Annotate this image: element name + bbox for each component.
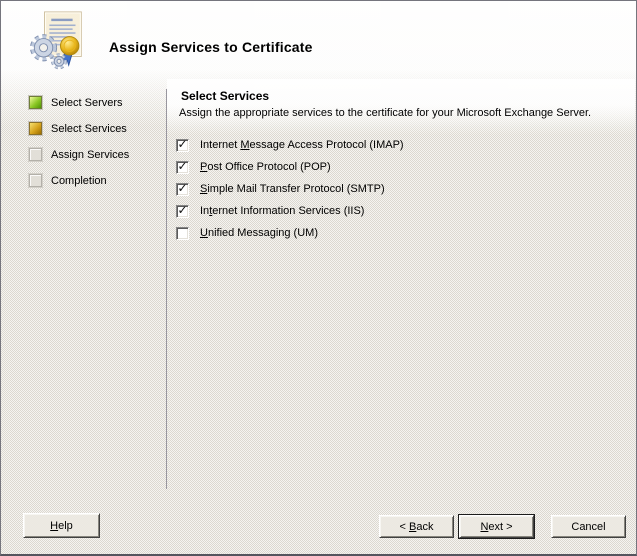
sidebar-step-select-services: Select Services (29, 122, 167, 135)
certificate-services-icon (29, 9, 91, 71)
iis-checkbox[interactable]: ✓ (176, 205, 189, 218)
imap-checkbox[interactable]: ✓ (176, 139, 189, 152)
back-button[interactable]: < Back (379, 515, 454, 538)
smtp-label[interactable]: Simple Mail Transfer Protocol (SMTP) (200, 183, 385, 195)
wizard-steps-sidebar: Select Servers Select Services Assign Se… (1, 79, 167, 498)
service-row-pop: ✓ Post Office Protocol (POP) (176, 160, 621, 174)
checkmark-icon: ✓ (177, 140, 187, 149)
step-label: Completion (51, 175, 107, 187)
step-status-square-icon (29, 174, 42, 187)
sidebar-step-select-servers: Select Servers (29, 96, 167, 109)
wizard-header: Assign Services to Certificate (1, 1, 636, 79)
service-row-um: Unified Messaging (UM) (176, 226, 621, 240)
um-checkbox[interactable] (176, 227, 189, 240)
service-row-smtp: ✓ Simple Mail Transfer Protocol (SMTP) (176, 182, 621, 196)
um-label[interactable]: Unified Messaging (UM) (200, 227, 318, 239)
service-row-imap: ✓ Internet Message Access Protocol (IMAP… (176, 138, 621, 152)
step-status-square-icon (29, 122, 42, 135)
service-row-iis: ✓ Internet Information Services (IIS) (176, 204, 621, 218)
step-label: Select Services (51, 123, 127, 135)
content-pane: Select Services Assign the appropriate s… (167, 79, 635, 499)
step-status-square-icon (29, 148, 42, 161)
service-list: ✓ Internet Message Access Protocol (IMAP… (179, 138, 621, 240)
checkmark-icon: ✓ (177, 162, 187, 171)
pop-label[interactable]: Post Office Protocol (POP) (200, 161, 331, 173)
pop-checkbox[interactable]: ✓ (176, 161, 189, 174)
help-button[interactable]: Help (23, 513, 100, 538)
iis-label[interactable]: Internet Information Services (IIS) (200, 205, 364, 217)
next-button[interactable]: Next > (459, 515, 534, 538)
smtp-checkbox[interactable]: ✓ (176, 183, 189, 196)
step-label: Select Servers (51, 97, 123, 109)
page-description: Assign the appropriate services to the c… (179, 107, 621, 119)
sidebar-step-assign-services: Assign Services (29, 148, 167, 161)
page-heading: Select Services (181, 89, 621, 103)
step-label: Assign Services (51, 149, 129, 161)
step-status-square-icon (29, 96, 42, 109)
checkmark-icon: ✓ (177, 184, 187, 193)
imap-label[interactable]: Internet Message Access Protocol (IMAP) (200, 139, 404, 151)
cancel-button[interactable]: Cancel (551, 515, 626, 538)
checkmark-icon: ✓ (177, 206, 187, 215)
wizard-title: Assign Services to Certificate (109, 39, 313, 55)
wizard-window: Assign Services to Certificate Select Se… (0, 0, 637, 556)
sidebar-step-completion: Completion (29, 174, 167, 187)
